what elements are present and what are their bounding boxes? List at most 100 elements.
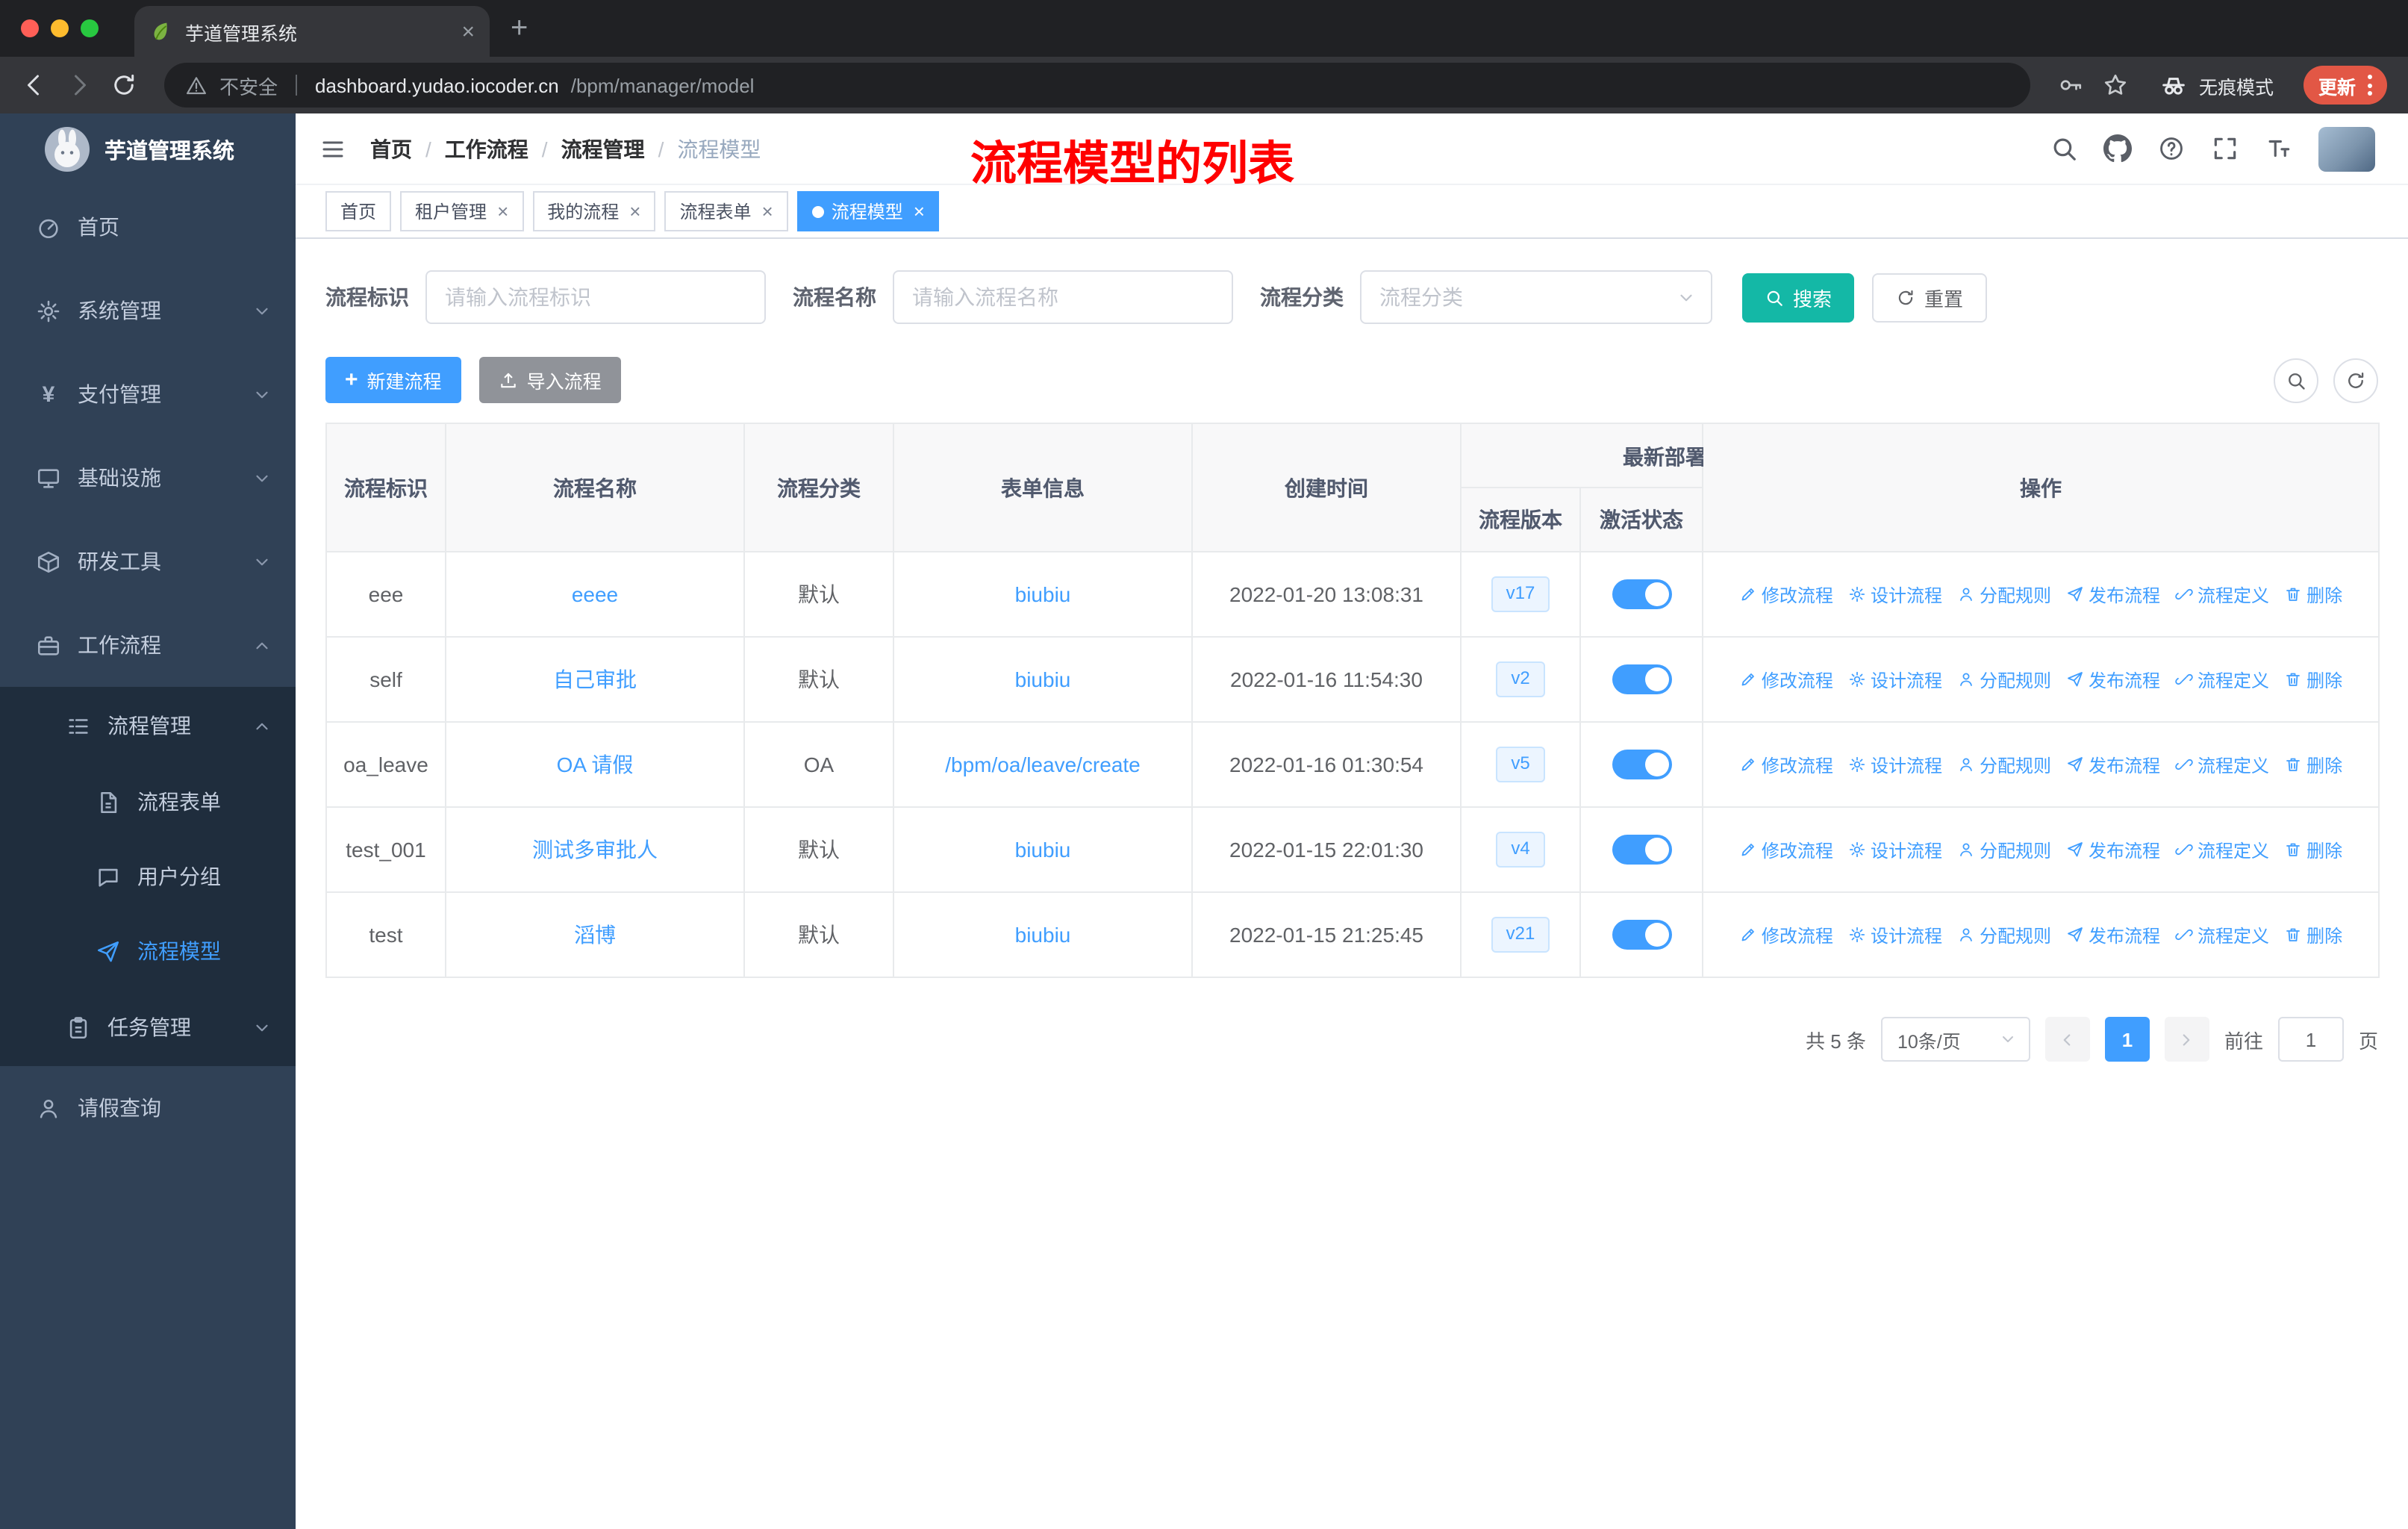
op-edit-link[interactable]: 修改流程 bbox=[1739, 922, 1833, 947]
help-icon[interactable] bbox=[2157, 134, 2186, 163]
fullscreen-icon[interactable] bbox=[2211, 134, 2239, 163]
op-design-link[interactable]: 设计流程 bbox=[1848, 752, 1942, 777]
op-publish-link[interactable]: 发布流程 bbox=[2066, 582, 2160, 607]
browser-update-menu-button[interactable]: 更新 bbox=[2303, 66, 2387, 105]
window-minimize-button[interactable] bbox=[51, 19, 69, 37]
op-publish-link[interactable]: 发布流程 bbox=[2066, 752, 2160, 777]
op-publish-link[interactable]: 发布流程 bbox=[2066, 667, 2160, 692]
op-delete-link[interactable]: 删除 bbox=[2284, 837, 2342, 862]
avatar[interactable] bbox=[2318, 126, 2375, 171]
model-name-link[interactable]: 滔博 bbox=[574, 923, 616, 947]
op-edit-link[interactable]: 修改流程 bbox=[1739, 837, 1833, 862]
sidebar-logo[interactable]: 芋道管理系统 bbox=[0, 113, 296, 185]
password-key-icon[interactable] bbox=[2057, 72, 2084, 99]
tag-process-model[interactable]: 流程模型 bbox=[796, 191, 940, 231]
search-icon[interactable] bbox=[2050, 134, 2078, 163]
page-size-select[interactable]: 10条/页 bbox=[1880, 1017, 2030, 1062]
op-design-link[interactable]: 设计流程 bbox=[1848, 837, 1942, 862]
op-delete-link[interactable]: 删除 bbox=[2284, 922, 2342, 947]
reload-icon[interactable] bbox=[110, 72, 137, 99]
tag-close-icon[interactable] bbox=[629, 202, 640, 221]
breadcrumb-home[interactable]: 首页 bbox=[370, 134, 412, 164]
model-name-link[interactable]: 测试多审批人 bbox=[532, 838, 658, 862]
tag-home[interactable]: 首页 bbox=[325, 191, 392, 231]
bookmark-star-icon[interactable] bbox=[2102, 72, 2129, 99]
address-bar[interactable]: 不安全 dashboard.yudao.iocoder.cn/bpm/manag… bbox=[164, 63, 2030, 108]
sidebar-item-user-group[interactable]: 用户分组 bbox=[0, 839, 296, 914]
sidebar-item-task-mgmt[interactable]: 任务管理 bbox=[0, 988, 296, 1066]
refresh-table-button[interactable] bbox=[2333, 358, 2378, 402]
goto-page-input[interactable] bbox=[2277, 1017, 2344, 1062]
tag-my-process[interactable]: 我的流程 bbox=[532, 191, 656, 231]
op-delete-link[interactable]: 删除 bbox=[2284, 667, 2342, 692]
op-assign-link[interactable]: 分配规则 bbox=[1957, 922, 2051, 947]
active-toggle[interactable] bbox=[1612, 579, 1671, 609]
active-toggle[interactable] bbox=[1612, 750, 1671, 779]
tag-close-icon[interactable] bbox=[914, 202, 925, 221]
sidebar-collapse-icon[interactable] bbox=[319, 135, 346, 162]
tag-tenant[interactable]: 租户管理 bbox=[400, 191, 524, 231]
new-tab-button[interactable] bbox=[511, 12, 528, 46]
form-link[interactable]: biubiu bbox=[1015, 582, 1071, 606]
sidebar-item-process-model[interactable]: 流程模型 bbox=[0, 914, 296, 988]
op-definition-link[interactable]: 流程定义 bbox=[2175, 667, 2269, 692]
sidebar-item-leave-query[interactable]: 请假查询 bbox=[0, 1066, 296, 1150]
form-link[interactable]: biubiu bbox=[1015, 838, 1071, 862]
sidebar-item-devtools[interactable]: 研发工具 bbox=[0, 520, 296, 603]
sidebar-item-process-mgmt[interactable]: 流程管理 bbox=[0, 687, 296, 764]
reset-button[interactable]: 重置 bbox=[1872, 273, 1988, 322]
op-assign-link[interactable]: 分配规则 bbox=[1957, 837, 2051, 862]
form-link[interactable]: biubiu bbox=[1015, 667, 1071, 691]
sidebar-item-system[interactable]: 系统管理 bbox=[0, 269, 296, 352]
op-edit-link[interactable]: 修改流程 bbox=[1739, 752, 1833, 777]
tag-close-icon[interactable] bbox=[497, 202, 508, 221]
op-edit-link[interactable]: 修改流程 bbox=[1739, 667, 1833, 692]
toggle-search-button[interactable] bbox=[2274, 358, 2318, 402]
op-definition-link[interactable]: 流程定义 bbox=[2175, 837, 2269, 862]
form-link[interactable]: biubiu bbox=[1015, 923, 1071, 947]
tag-close-icon[interactable] bbox=[762, 202, 773, 221]
sidebar-item-payment[interactable]: 支付管理 bbox=[0, 352, 296, 436]
model-name-link[interactable]: 自己审批 bbox=[553, 667, 637, 691]
op-publish-link[interactable]: 发布流程 bbox=[2066, 837, 2160, 862]
op-edit-link[interactable]: 修改流程 bbox=[1739, 582, 1833, 607]
model-name-link[interactable]: eeee bbox=[572, 582, 618, 606]
op-delete-link[interactable]: 删除 bbox=[2284, 752, 2342, 777]
window-close-button[interactable] bbox=[21, 19, 39, 37]
op-publish-link[interactable]: 发布流程 bbox=[2066, 922, 2160, 947]
sidebar-item-workflow[interactable]: 工作流程 bbox=[0, 603, 296, 687]
filter-name-input[interactable] bbox=[893, 270, 1233, 324]
back-icon[interactable] bbox=[21, 72, 48, 99]
prev-page-button[interactable] bbox=[2044, 1017, 2090, 1062]
sidebar-item-process-form[interactable]: 流程表单 bbox=[0, 764, 296, 839]
active-toggle[interactable] bbox=[1612, 920, 1671, 950]
active-toggle[interactable] bbox=[1612, 835, 1671, 865]
security-warning-icon[interactable] bbox=[185, 74, 208, 96]
op-definition-link[interactable]: 流程定义 bbox=[2175, 582, 2269, 607]
op-design-link[interactable]: 设计流程 bbox=[1848, 667, 1942, 692]
op-assign-link[interactable]: 分配规则 bbox=[1957, 752, 2051, 777]
filter-category-select[interactable]: 流程分类 bbox=[1360, 270, 1712, 324]
breadcrumb-workflow[interactable]: 工作流程 bbox=[445, 134, 528, 164]
model-name-link[interactable]: OA 请假 bbox=[557, 753, 634, 776]
current-page-button[interactable]: 1 bbox=[2104, 1017, 2150, 1062]
op-assign-link[interactable]: 分配规则 bbox=[1957, 582, 2051, 607]
filter-key-input[interactable] bbox=[425, 270, 766, 324]
op-design-link[interactable]: 设计流程 bbox=[1848, 582, 1942, 607]
window-zoom-button[interactable] bbox=[81, 19, 99, 37]
import-process-button[interactable]: 导入流程 bbox=[478, 357, 621, 403]
github-icon[interactable] bbox=[2103, 134, 2132, 163]
op-definition-link[interactable]: 流程定义 bbox=[2175, 752, 2269, 777]
create-process-button[interactable]: 新建流程 bbox=[325, 357, 461, 403]
tag-process-form[interactable]: 流程表单 bbox=[664, 191, 788, 231]
sidebar-item-infra[interactable]: 基础设施 bbox=[0, 436, 296, 520]
breadcrumb-process-mgmt[interactable]: 流程管理 bbox=[561, 134, 645, 164]
tab-close-icon[interactable] bbox=[461, 20, 475, 43]
browser-tab[interactable]: 芋道管理系统 bbox=[134, 6, 490, 57]
op-definition-link[interactable]: 流程定义 bbox=[2175, 922, 2269, 947]
search-button[interactable]: 搜索 bbox=[1742, 273, 1855, 322]
forward-icon[interactable] bbox=[66, 72, 93, 99]
font-size-icon[interactable] bbox=[2265, 134, 2293, 163]
form-link[interactable]: /bpm/oa/leave/create bbox=[945, 753, 1141, 776]
op-design-link[interactable]: 设计流程 bbox=[1848, 922, 1942, 947]
